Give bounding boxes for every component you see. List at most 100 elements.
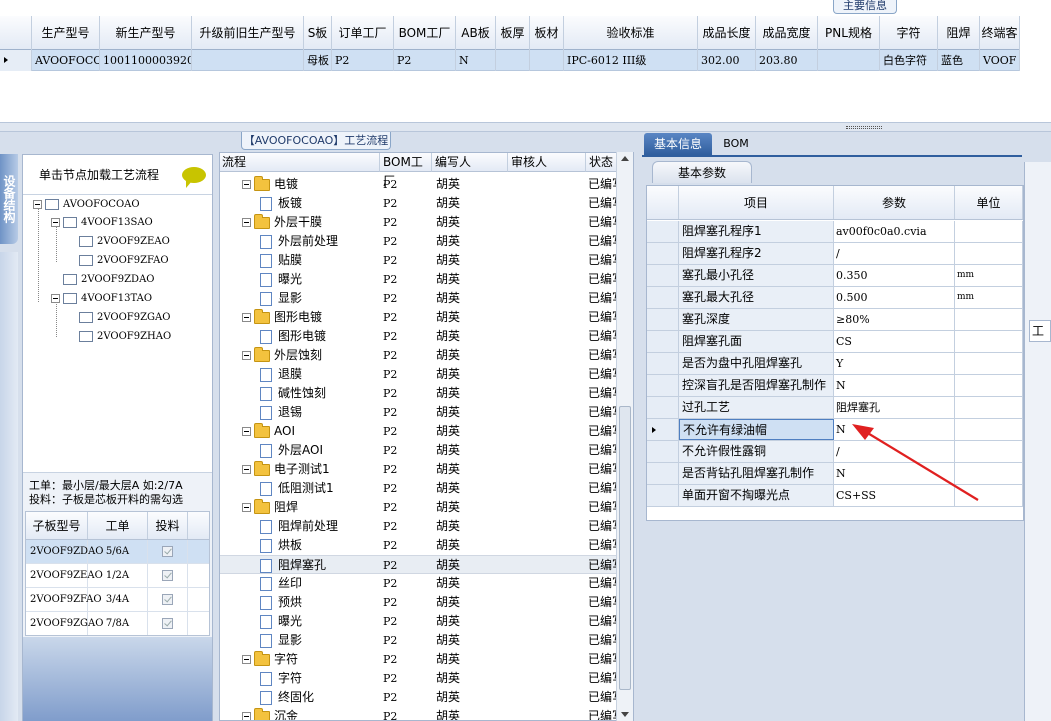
collapse-icon[interactable] (51, 294, 60, 303)
row-header[interactable] (647, 397, 679, 418)
flow-row[interactable]: 丝印 P2 胡英 已编写 (220, 574, 618, 593)
col-work-order[interactable]: 工单 (88, 512, 148, 539)
param-row[interactable]: 阻焊塞孔程序1 av00f0c0a0.cvia (647, 221, 1023, 243)
col-4[interactable]: 订单工厂 (332, 16, 394, 50)
tab-basic-params[interactable]: 基本参数 (652, 161, 752, 183)
flow-row[interactable]: 预烘 P2 胡英 已编写 (220, 593, 618, 612)
grid-corner[interactable] (0, 16, 32, 50)
row-header[interactable] (647, 287, 679, 308)
param-row[interactable]: 过孔工艺 阻焊塞孔 (647, 397, 1023, 419)
row-header[interactable] (647, 309, 679, 330)
param-row[interactable]: 阻焊塞孔程序2/ (647, 243, 1023, 265)
param-value[interactable]: N (834, 419, 955, 440)
param-value[interactable]: 0.500 (834, 287, 955, 308)
param-row[interactable]: 塞孔最小孔径 0.350 mm (647, 265, 1023, 287)
col-param[interactable]: 参数 (834, 186, 955, 219)
feed-checkbox[interactable] (162, 594, 173, 605)
flow-row[interactable]: 贴膜 P2 胡英 已编写 (220, 251, 618, 270)
flow-row[interactable]: 板镀 P2 胡英 已编写 (220, 194, 618, 213)
param-row[interactable]: 是否背钻孔阻焊塞孔制作 N (647, 463, 1023, 485)
col-feed[interactable]: 投料 (148, 512, 188, 539)
sub-board-row[interactable]: 2VOOF9ZEAO 1/2A (26, 564, 209, 588)
cell-5[interactable]: P2 (394, 50, 456, 71)
flow-row[interactable]: 烘板 P2 胡英 已编写 (220, 536, 618, 555)
flow-step[interactable]: 退膜 (220, 365, 380, 384)
param-row[interactable]: 塞孔最大孔径 0.500 mm (647, 287, 1023, 309)
flow-step[interactable]: 电子测试1 (220, 460, 380, 479)
flow-step[interactable]: 外层干膜 (220, 213, 380, 232)
tree-node[interactable]: 2VOOF9ZDAO (51, 271, 155, 289)
param-value[interactable]: N (834, 375, 955, 396)
feed-cell[interactable] (148, 588, 188, 611)
row-header[interactable] (647, 485, 679, 506)
sub-board-row[interactable]: 2VOOF9ZFAO 3/4A (26, 588, 209, 612)
flow-scrollbar[interactable] (616, 152, 633, 721)
flow-row[interactable]: 外层干膜 P2 胡英 已编写 (220, 213, 618, 232)
flow-step[interactable]: AOI (220, 422, 380, 441)
param-value[interactable]: CS+SS (834, 485, 955, 506)
row-header[interactable] (647, 441, 679, 462)
flow-step[interactable]: 曝光 (220, 612, 380, 631)
col-14[interactable]: 阻焊 (938, 16, 980, 50)
cell-3[interactable]: 母板 (304, 50, 332, 71)
cell-2[interactable] (192, 50, 304, 71)
flow-col-4[interactable]: 状态 (586, 153, 618, 172)
collapse-icon[interactable] (242, 218, 251, 227)
feed-cell[interactable] (148, 540, 188, 563)
col-unit[interactable]: 单位 (955, 186, 1023, 219)
cell-11[interactable]: 203.80 (756, 50, 818, 71)
flow-step[interactable]: 字符 (220, 669, 380, 688)
cell-7[interactable] (496, 50, 530, 71)
param-value[interactable]: Y (834, 353, 955, 374)
flow-step[interactable]: 字符 (220, 650, 380, 669)
cell-15[interactable]: VOOF (980, 50, 1020, 71)
col-12[interactable]: PNL规格 (818, 16, 880, 50)
col-0[interactable]: 生产型号 (32, 16, 100, 50)
col-7[interactable]: 板厚 (496, 16, 530, 50)
feed-checkbox[interactable] (162, 546, 173, 557)
collapse-icon[interactable] (242, 655, 251, 664)
flow-row[interactable]: 退膜 P2 胡英 已编写 (220, 365, 618, 384)
tree-node[interactable]: 2VOOF9ZGAO (67, 309, 170, 327)
row-header[interactable] (647, 243, 679, 264)
col-sub-model[interactable]: 子板型号 (26, 512, 88, 539)
collapse-icon[interactable] (242, 503, 251, 512)
flow-row[interactable]: 字符 P2 胡英 已编写 (220, 669, 618, 688)
flow-col-2[interactable]: 编写人 (432, 153, 508, 172)
scroll-thumb[interactable] (619, 406, 631, 690)
param-value[interactable]: / (834, 441, 955, 462)
collapse-icon[interactable] (33, 200, 42, 209)
tree-node[interactable]: 2VOOF9ZHAO (67, 328, 171, 346)
col-6[interactable]: AB板 (456, 16, 496, 50)
row-header[interactable] (647, 353, 679, 374)
flow-col-3[interactable]: 审核人 (508, 153, 586, 172)
param-row[interactable]: 控深盲孔是否阻焊塞孔制作 N (647, 375, 1023, 397)
flow-step[interactable]: 图形电镀 (220, 327, 380, 346)
side-tab-structure[interactable]: 设备结构 (0, 154, 18, 244)
tab-bom[interactable]: BOM (716, 133, 756, 155)
param-row[interactable]: 塞孔深度 ≥80% (647, 309, 1023, 331)
flow-row[interactable]: 显影 P2 胡英 已编写 (220, 289, 618, 308)
cell-1[interactable]: 10011000039200 (100, 50, 192, 71)
flow-step[interactable]: 图形电镀 (220, 308, 380, 327)
flow-step[interactable]: 外层AOI (220, 441, 380, 460)
flow-panel-title[interactable]: 【AVOOFOCOAO】工艺流程 (241, 132, 391, 150)
main-grid-row[interactable]: AVOOFOCOAO10011000039200母板P2P2NIPC-6012 … (0, 50, 1020, 71)
flow-row[interactable]: 曝光 P2 胡英 已编写 (220, 270, 618, 289)
flow-row[interactable]: 电子测试1 P2 胡英 已编写 (220, 460, 618, 479)
flow-row[interactable]: 字符 P2 胡英 已编写 (220, 650, 618, 669)
param-row[interactable]: 单面开窗不掏曝光点 CS+SS (647, 485, 1023, 507)
cell-0[interactable]: AVOOFOCOAO (32, 50, 100, 71)
feed-cell[interactable] (148, 564, 188, 587)
flow-row[interactable]: 图形电镀 P2 胡英 已编写 (220, 308, 618, 327)
param-row[interactable]: 不允许假性露铜 / (647, 441, 1023, 463)
flow-row[interactable]: 低阻测试1 P2 胡英 已编写 (220, 479, 618, 498)
flow-row[interactable]: 图形电镀 P2 胡英 已编写 (220, 327, 618, 346)
param-row[interactable]: 不允许有绿油帽 N (647, 419, 1023, 441)
flow-col-0[interactable]: 流程 (220, 153, 380, 172)
flow-step[interactable]: 阻焊前处理 (220, 517, 380, 536)
flow-step[interactable]: 沉金 (220, 707, 380, 720)
flow-step[interactable]: 显影 (220, 289, 380, 308)
flow-step[interactable]: 曝光 (220, 270, 380, 289)
flow-step[interactable]: 贴膜 (220, 251, 380, 270)
